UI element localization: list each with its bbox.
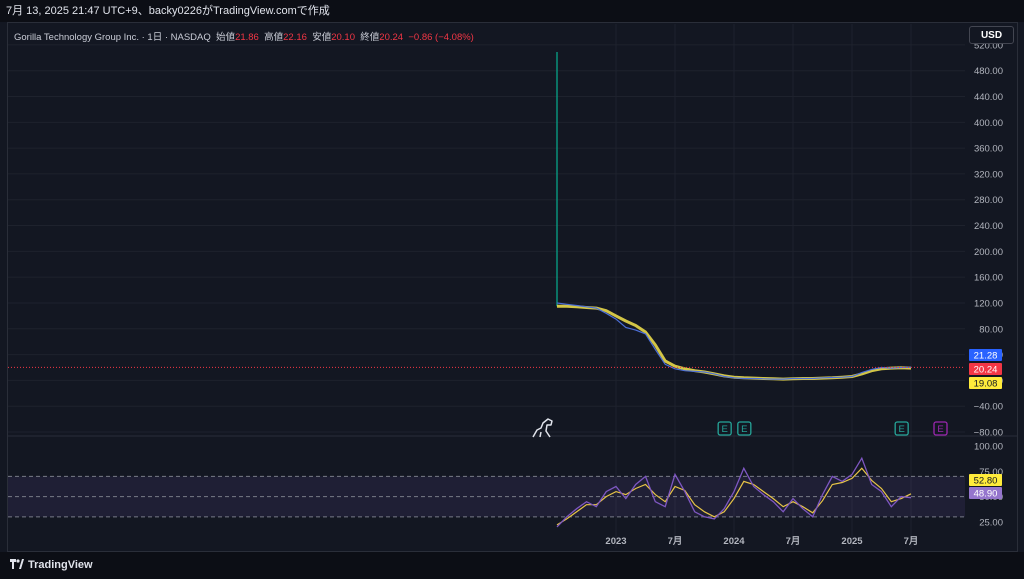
currency-button[interactable]: USD: [969, 26, 1014, 44]
y-tick-label: −40.00: [974, 402, 1003, 413]
earnings-marker-label: E: [898, 424, 904, 435]
low-value: 20.10: [331, 32, 355, 43]
y-tick-label: −80.00: [974, 428, 1003, 439]
symbol-name: Gorilla Technology Group Inc. · 1日 · NAS…: [14, 32, 211, 43]
open-label: 始値: [216, 32, 236, 43]
price-tag-label: 21.28: [974, 351, 998, 362]
x-tick-label: 7月: [668, 536, 683, 547]
tradingview-logo-icon: [10, 559, 24, 569]
y-tick-label: 160.00: [974, 273, 1003, 284]
price-tag-label: 20.24: [974, 365, 998, 376]
high-label: 高値: [264, 32, 284, 43]
y-tick-label: 200.00: [974, 247, 1003, 258]
rsi-tag-label: 52.80: [974, 476, 998, 487]
y-tick-label: 280.00: [974, 195, 1003, 206]
footer-bar: [0, 552, 1024, 579]
y-tick-label: 120.00: [974, 298, 1003, 309]
close-value: 20.24: [379, 32, 404, 43]
high-value: 22.16: [283, 32, 307, 43]
rsi-tag-label: 48.90: [974, 489, 998, 500]
close-label: 終値: [360, 32, 380, 43]
y-tick-label: 320.00: [974, 169, 1003, 180]
open-value: 21.86: [235, 32, 259, 43]
y-tick-label: 400.00: [974, 118, 1003, 129]
y-tick-label: 440.00: [974, 92, 1003, 103]
x-tick-label: 7月: [904, 536, 919, 547]
tradingview-logo[interactable]: TradingView: [10, 558, 93, 571]
y-tick-label: 80.00: [979, 324, 1003, 335]
price-tag-label: 19.08: [974, 379, 998, 390]
x-tick-label: 2023: [605, 536, 626, 547]
ipo-dino-icon: [532, 418, 553, 438]
change-value: −0.86 (−4.08%): [408, 32, 474, 43]
y-tick-label: 480.00: [974, 66, 1003, 77]
rsi-y-tick-label: 25.00: [979, 517, 1003, 528]
x-tick-label: 2025: [841, 536, 863, 547]
chart-canvas[interactable]: 520.00480.00440.00400.00360.00320.00280.…: [0, 0, 1024, 579]
y-tick-label: 360.00: [974, 144, 1003, 155]
x-tick-label: 7月: [786, 536, 801, 547]
rsi-y-tick-label: 100.00: [974, 442, 1003, 453]
earnings-marker-label: E: [937, 424, 943, 435]
x-tick-label: 2024: [723, 536, 745, 547]
symbol-legend: Gorilla Technology Group Inc. · 1日 · NAS…: [14, 29, 474, 43]
y-tick-label: 240.00: [974, 221, 1003, 232]
low-label: 安値: [312, 32, 332, 43]
earnings-marker-label: E: [721, 424, 727, 435]
earnings-marker-label: E: [741, 424, 747, 435]
tradingview-brand: TradingView: [28, 559, 93, 571]
